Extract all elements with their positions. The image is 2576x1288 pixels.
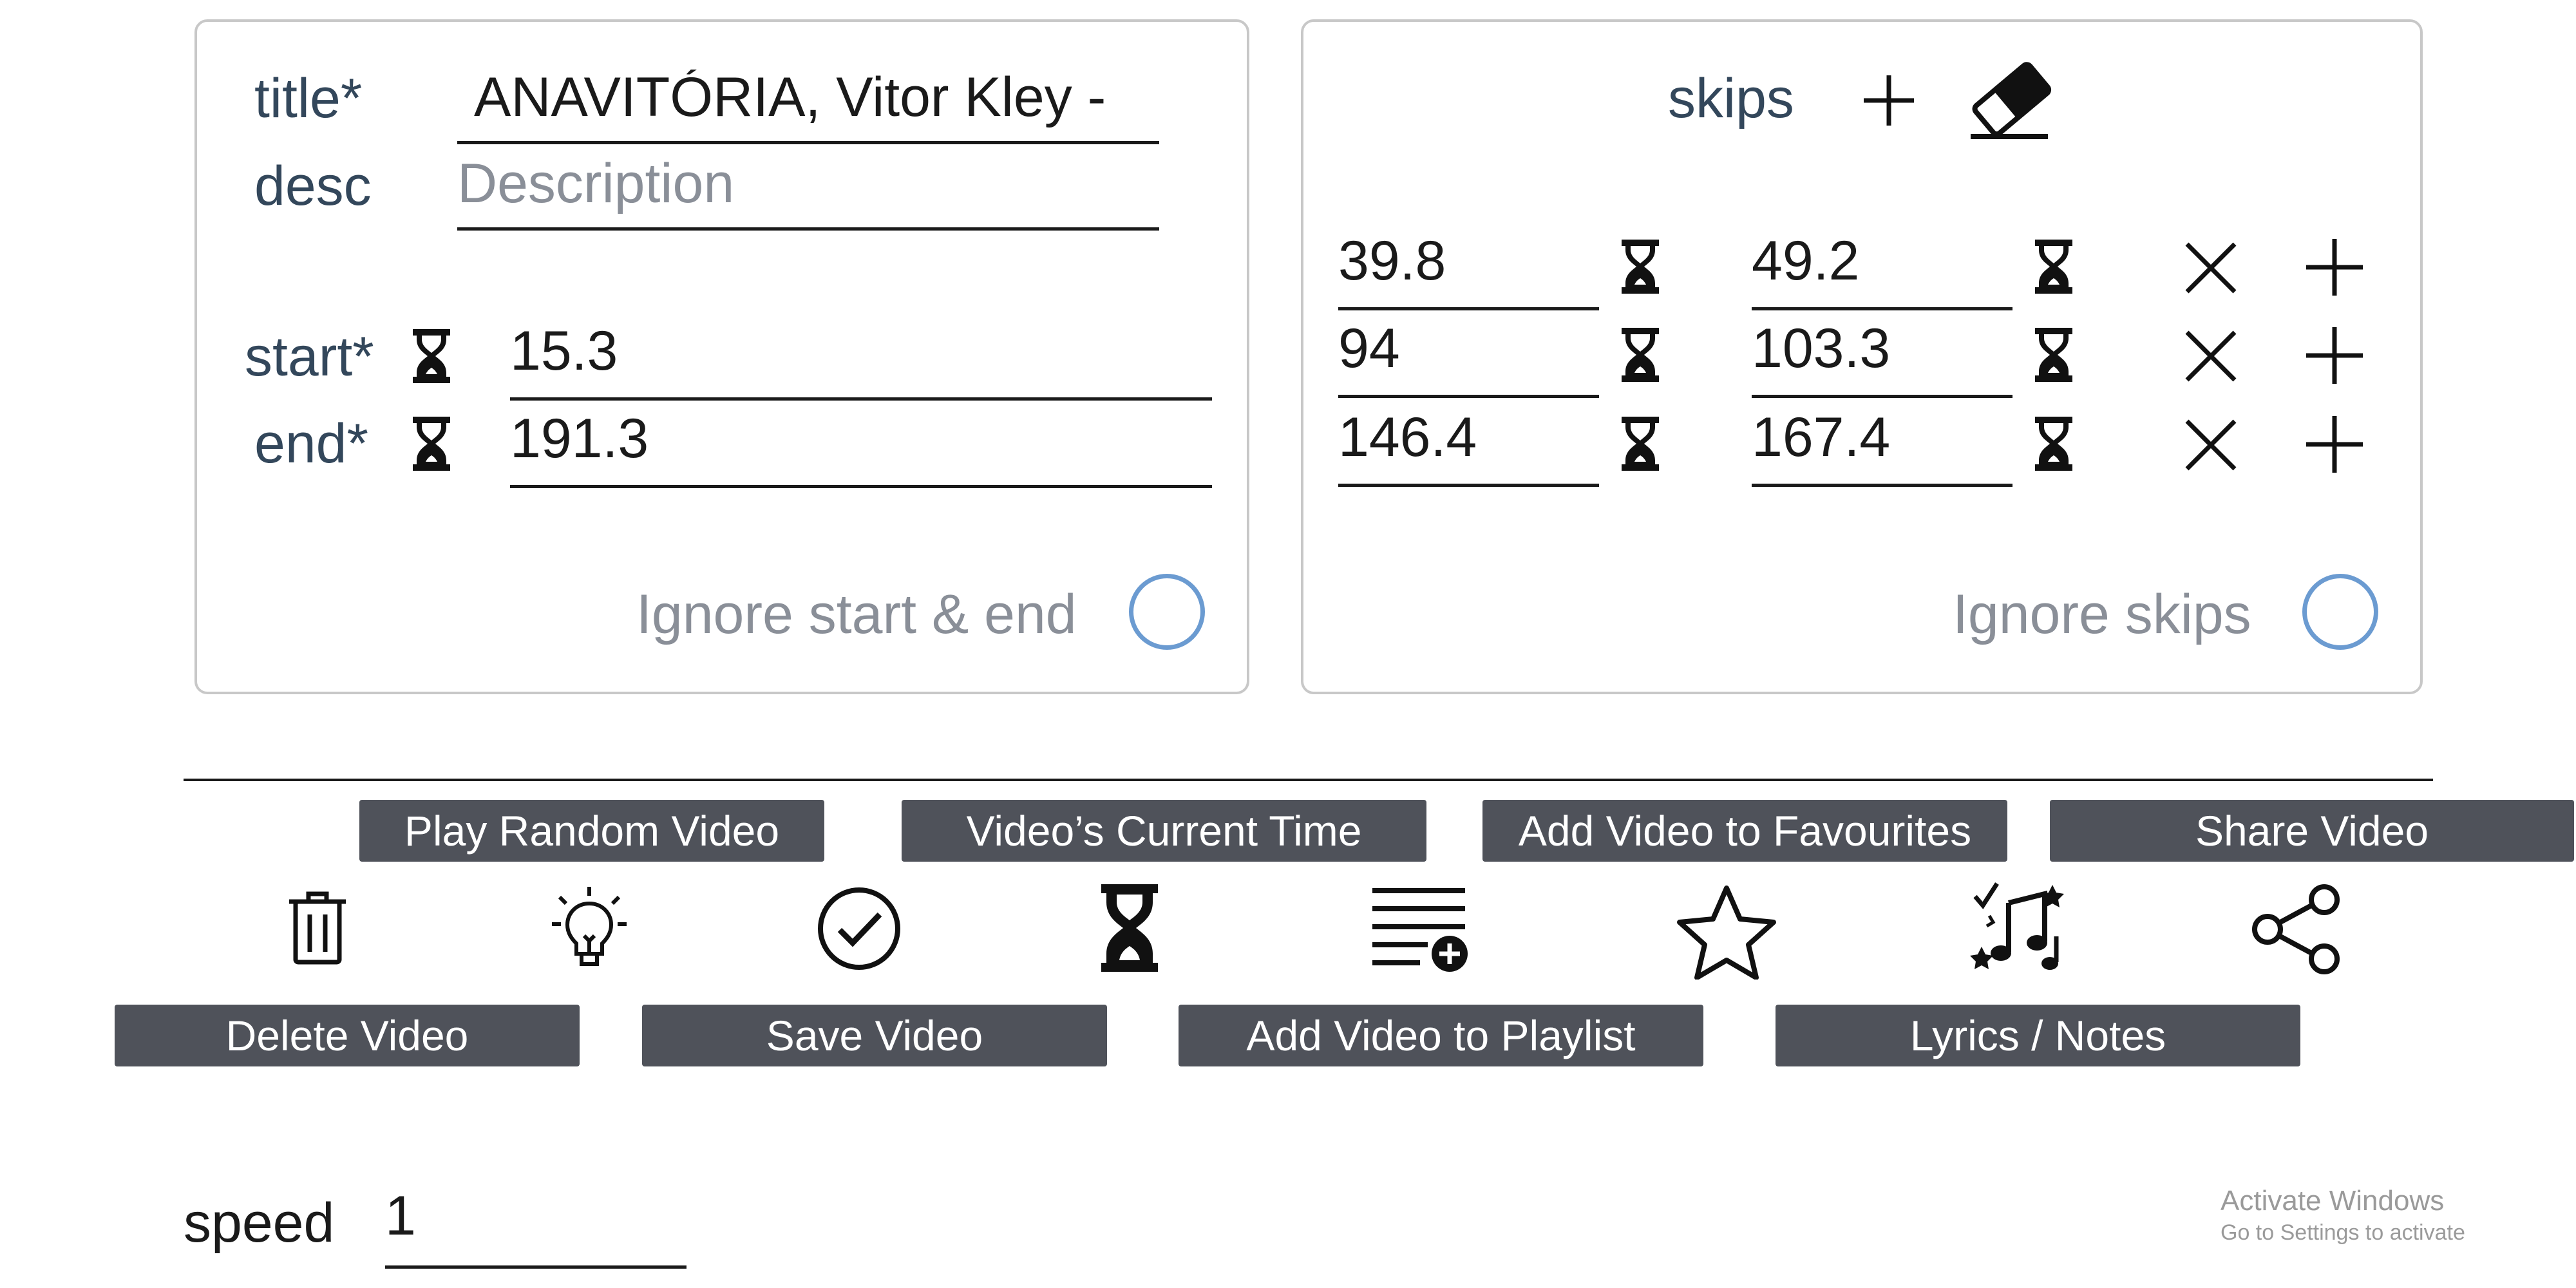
share-icon[interactable] [2251, 884, 2341, 974]
end-input[interactable]: 191.3 [510, 411, 1212, 488]
trash-icon[interactable] [284, 889, 351, 966]
tooltip-share-video: Share Video [2050, 800, 2574, 862]
skip-2-from-hourglass-icon[interactable] [1619, 328, 1662, 382]
start-label: start* [245, 326, 374, 388]
skip-3-to-hourglass-icon[interactable] [2032, 417, 2075, 471]
speed-value: 1 [385, 1188, 416, 1247]
tooltip-add-to-playlist: Add Video to Playlist [1179, 1005, 1703, 1066]
skip-2-from-value: 94 [1338, 321, 1400, 379]
skip-3-remove-close-icon[interactable] [2183, 417, 2239, 473]
skip-1-from-input[interactable]: 39.8 [1338, 233, 1599, 310]
tooltip-delete-video: Delete Video [115, 1005, 580, 1066]
tooltip-lyrics-notes: Lyrics / Notes [1776, 1005, 2300, 1066]
description-input[interactable]: Description [457, 156, 1159, 231]
tooltip-video-current-time: Video’s Current Time [902, 800, 1426, 862]
start-value: 15.3 [510, 323, 618, 382]
skip-3-from-value: 146.4 [1338, 410, 1477, 468]
skip-1-from-hourglass-icon[interactable] [1619, 240, 1662, 294]
add-skip-plus-icon[interactable] [1861, 73, 1917, 128]
skip-3-from-hourglass-icon[interactable] [1619, 417, 1662, 471]
end-label: end* [254, 413, 368, 475]
tooltip-save-video: Save Video [642, 1005, 1107, 1066]
end-value: 191.3 [510, 411, 649, 469]
skip-2-from-input[interactable]: 94 [1338, 321, 1599, 398]
title-value: ANAVITÓRIA, Vitor Kley - [474, 70, 1106, 128]
skip-2-to-hourglass-icon[interactable] [2032, 328, 2075, 382]
skip-1-add-plus-icon[interactable] [2304, 236, 2365, 298]
activate-windows-title: Activate Windows [2221, 1185, 2445, 1217]
skip-1-to-input[interactable]: 49.2 [1752, 233, 2012, 310]
ignore-skips-label: Ignore skips [1953, 583, 2251, 645]
title-input[interactable]: ANAVITÓRIA, Vitor Kley - [457, 70, 1159, 144]
speed-label: speed [184, 1192, 335, 1254]
check-circle-icon[interactable] [817, 886, 902, 971]
activate-windows-subtitle: Go to Settings to activate Windows. [2221, 1220, 2468, 1245]
skip-3-to-input[interactable]: 167.4 [1752, 410, 2012, 487]
skip-1-to-hourglass-icon[interactable] [2032, 240, 2075, 294]
skips-label: skips [1668, 68, 1794, 129]
tooltip-add-to-favourites: Add Video to Favourites [1482, 800, 2007, 862]
hourglass-icon[interactable] [1099, 884, 1160, 972]
start-input[interactable]: 15.3 [510, 323, 1212, 401]
skip-3-to-value: 167.4 [1752, 410, 1891, 468]
skip-2-remove-close-icon[interactable] [2183, 328, 2239, 384]
ignore-skips-toggle[interactable] [2302, 574, 2378, 650]
description-placeholder: Description [457, 156, 735, 214]
tooltip-play-random-video: Play Random Video [359, 800, 824, 862]
skip-2-to-value: 103.3 [1752, 321, 1891, 379]
music-notes-icon[interactable] [1970, 877, 2073, 979]
speed-input[interactable]: 1 [385, 1188, 687, 1269]
desc-label: desc [254, 155, 372, 217]
clear-skips-eraser-icon[interactable] [1965, 59, 2054, 139]
section-divider [184, 779, 2433, 781]
skip-1-to-value: 49.2 [1752, 233, 1860, 292]
skip-1-remove-close-icon[interactable] [2183, 240, 2239, 296]
set-end-hourglass-icon[interactable] [410, 417, 453, 471]
ignore-start-end-label: Ignore start & end [636, 583, 1077, 645]
lightbulb-icon[interactable] [551, 884, 628, 972]
skip-2-add-plus-icon[interactable] [2304, 325, 2365, 386]
ignore-start-end-toggle[interactable] [1129, 574, 1205, 650]
title-label: title* [254, 68, 363, 129]
skip-2-to-input[interactable]: 103.3 [1752, 321, 2012, 398]
skip-3-from-input[interactable]: 146.4 [1338, 410, 1599, 487]
set-start-hourglass-icon[interactable] [410, 329, 453, 383]
playlist-add-icon[interactable] [1370, 886, 1473, 973]
skip-1-from-value: 39.8 [1338, 233, 1446, 292]
star-icon[interactable] [1676, 884, 1777, 980]
skip-3-add-plus-icon[interactable] [2304, 413, 2365, 475]
